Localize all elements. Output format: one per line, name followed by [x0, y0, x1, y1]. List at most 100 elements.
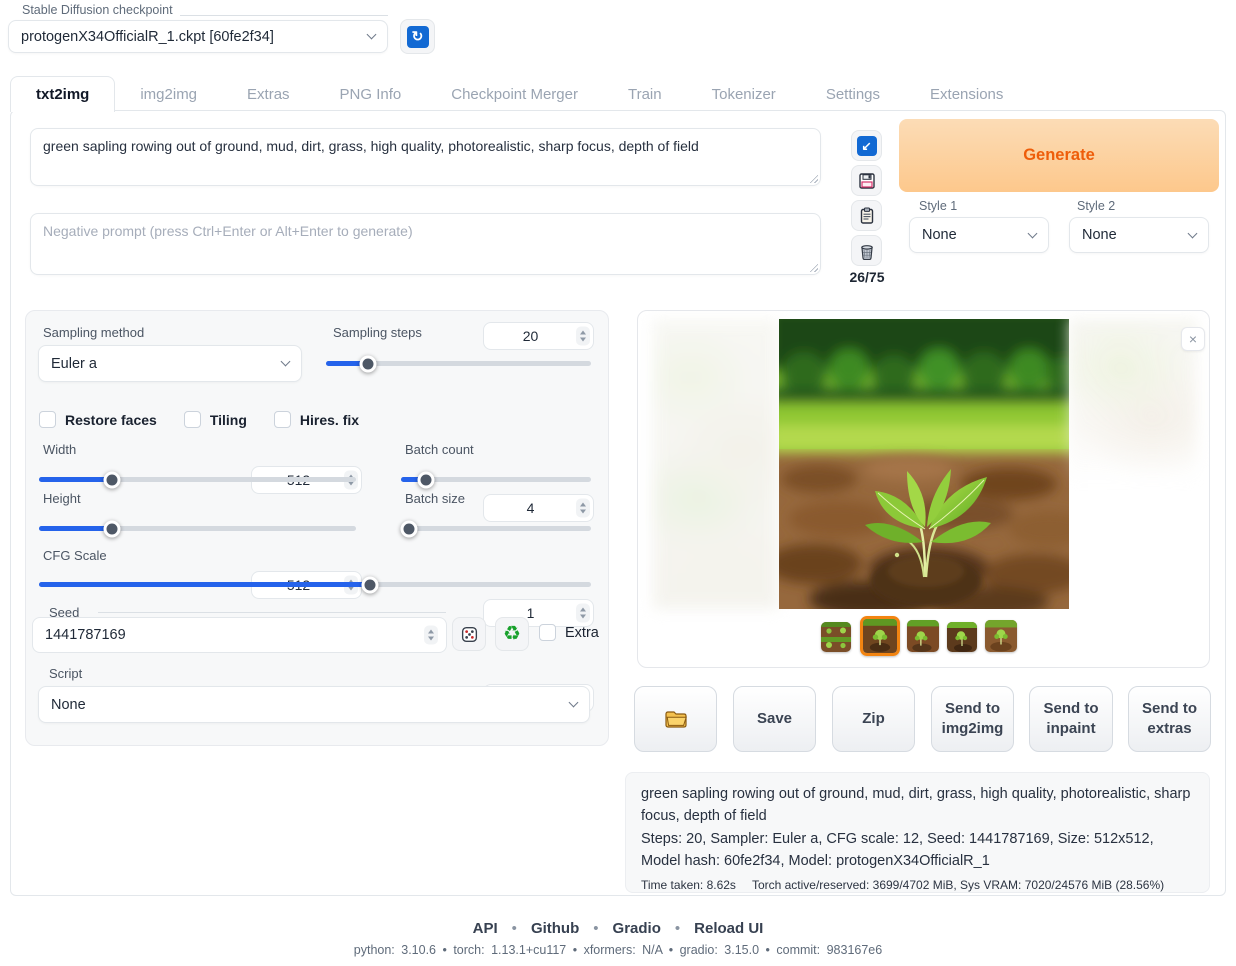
sampling-steps-spinner[interactable] — [576, 327, 590, 346]
tab-png-info[interactable]: PNG Info — [315, 77, 427, 112]
send-to-inpaint-button[interactable]: Send to inpaint — [1029, 686, 1113, 752]
tab-extensions[interactable]: Extensions — [905, 77, 1028, 112]
save-button[interactable]: Save — [733, 686, 816, 752]
thumbnail-image — [907, 620, 939, 652]
height-slider[interactable] — [39, 520, 356, 538]
seed-input[interactable]: 1441787169 — [32, 617, 447, 653]
gradio-link[interactable]: Gradio — [613, 920, 661, 937]
width-slider-handle[interactable] — [103, 471, 120, 488]
tab-img2img[interactable]: img2img — [115, 77, 222, 112]
batch-size-spinner[interactable] — [576, 604, 590, 623]
batch-count-label: Batch count — [405, 442, 474, 457]
sampling-method-dropdown[interactable]: Euler a — [38, 345, 302, 382]
negative-prompt-input[interactable] — [30, 213, 821, 275]
separator-dot: • — [675, 920, 680, 937]
separator-dot: • — [593, 920, 598, 937]
generate-button[interactable]: Generate — [899, 119, 1219, 192]
adjacent-image-blur-right — [1069, 319, 1197, 484]
chevron-down-icon — [1028, 228, 1038, 238]
clipboard-icon — [858, 207, 876, 225]
restore-faces-option[interactable]: Restore faces — [39, 411, 157, 428]
sampling-steps-slider-handle[interactable] — [360, 355, 377, 372]
api-link[interactable]: API — [473, 920, 498, 937]
height-slider-handle[interactable] — [103, 520, 120, 537]
refresh-checkpoint-button[interactable]: ↻ — [400, 19, 435, 54]
main-tabs: txt2img img2img Extras PNG Info Checkpoi… — [10, 76, 1028, 112]
apply-style-button[interactable] — [851, 200, 882, 231]
tab-settings[interactable]: Settings — [801, 77, 905, 112]
sampling-steps-input[interactable]: 20 — [483, 322, 594, 350]
generation-settings-panel: Sampling method Euler a Sampling steps 2… — [25, 310, 609, 746]
close-gallery-button[interactable]: × — [1181, 327, 1205, 351]
script-dropdown[interactable]: None — [38, 686, 590, 723]
gallery-thumbnail[interactable] — [985, 620, 1017, 652]
cfg-scale-slider-handle[interactable] — [362, 576, 379, 593]
output-prompt-text: green sapling rowing out of ground, mud,… — [641, 783, 1197, 828]
sampling-steps-slider[interactable] — [326, 355, 591, 373]
tiling-option[interactable]: Tiling — [184, 411, 247, 428]
tab-tokenizer[interactable]: Tokenizer — [687, 77, 801, 112]
tab-checkpoint-merger[interactable]: Checkpoint Merger — [426, 77, 603, 112]
batch-count-value: 4 — [527, 500, 535, 516]
arrow-down-left-icon: ↙ — [857, 136, 877, 156]
batch-size-slider[interactable] — [401, 520, 591, 538]
batch-size-value: 1 — [527, 605, 535, 621]
github-link[interactable]: Github — [531, 920, 579, 937]
output-gallery: × — [637, 310, 1210, 668]
style1-dropdown[interactable]: None — [909, 217, 1049, 253]
trash-icon — [858, 242, 876, 260]
prompt-input[interactable]: green sapling rowing out of ground, mud,… — [30, 128, 821, 186]
send-to-extras-button[interactable]: Send to extras — [1128, 686, 1211, 752]
save-style-button[interactable] — [851, 165, 882, 196]
sampling-steps-label: Sampling steps — [333, 325, 422, 340]
restore-faces-label: Restore faces — [65, 412, 157, 428]
batch-count-slider-handle[interactable] — [417, 471, 434, 488]
tiling-checkbox[interactable] — [184, 411, 201, 428]
tab-txt2img[interactable]: txt2img — [10, 76, 115, 112]
reload-ui-link[interactable]: Reload UI — [694, 920, 763, 937]
folder-icon — [664, 709, 688, 729]
chevron-down-icon — [1188, 228, 1198, 238]
seed-label-line — [98, 612, 446, 613]
cfg-scale-slider[interactable] — [39, 576, 591, 594]
send-to-img2img-button[interactable]: Send to img2img — [931, 686, 1014, 752]
paste-generation-params-button[interactable]: ↙ — [851, 130, 882, 161]
gallery-thumbnail[interactable] — [947, 622, 977, 652]
style2-label: Style 2 — [1077, 199, 1115, 213]
gallery-thumbnail-grid[interactable] — [821, 622, 851, 652]
tiling-label: Tiling — [210, 412, 247, 428]
footer-links: API • Github • Gradio • Reload UI — [0, 920, 1236, 937]
thumbnail-image — [821, 622, 851, 652]
batch-count-spinner[interactable] — [576, 499, 590, 518]
gallery-thumbnail[interactable] — [907, 620, 939, 652]
refresh-icon: ↻ — [407, 26, 429, 48]
zip-button[interactable]: Zip — [832, 686, 915, 752]
style2-value: None — [1082, 227, 1117, 243]
batch-size-slider-handle[interactable] — [400, 520, 417, 537]
reuse-seed-button[interactable]: ♻ — [495, 617, 529, 651]
open-folder-button[interactable] — [634, 686, 717, 752]
checkpoint-dropdown[interactable]: protogenX34OfficialR_1.ckpt [60fe2f34] — [8, 20, 388, 53]
generated-image[interactable] — [779, 319, 1069, 609]
output-params-text: Steps: 20, Sampler: Euler a, CFG scale: … — [641, 828, 1197, 873]
random-seed-button[interactable] — [452, 617, 486, 651]
extra-seed-checkbox[interactable] — [539, 624, 556, 641]
gallery-thumbnail-selected[interactable] — [860, 616, 900, 656]
thumbnail-image — [863, 619, 897, 653]
style2-dropdown[interactable]: None — [1069, 217, 1209, 253]
time-taken-text: Time taken: 8.62s — [641, 878, 736, 892]
seed-spinner[interactable] — [424, 626, 438, 645]
batch-count-slider[interactable] — [401, 471, 591, 489]
hires-fix-checkbox[interactable] — [274, 411, 291, 428]
clear-prompt-button[interactable] — [851, 235, 882, 266]
tab-extras[interactable]: Extras — [222, 77, 315, 112]
extra-seed-option[interactable]: Extra — [539, 624, 599, 641]
width-slider[interactable] — [39, 471, 356, 489]
hires-fix-label: Hires. fix — [300, 412, 359, 428]
batch-count-input[interactable]: 4 — [483, 494, 594, 522]
tab-train[interactable]: Train — [603, 77, 687, 112]
restore-faces-checkbox[interactable] — [39, 411, 56, 428]
hires-fix-option[interactable]: Hires. fix — [274, 411, 359, 428]
style1-label: Style 1 — [919, 199, 957, 213]
sampling-method-value: Euler a — [51, 356, 97, 372]
